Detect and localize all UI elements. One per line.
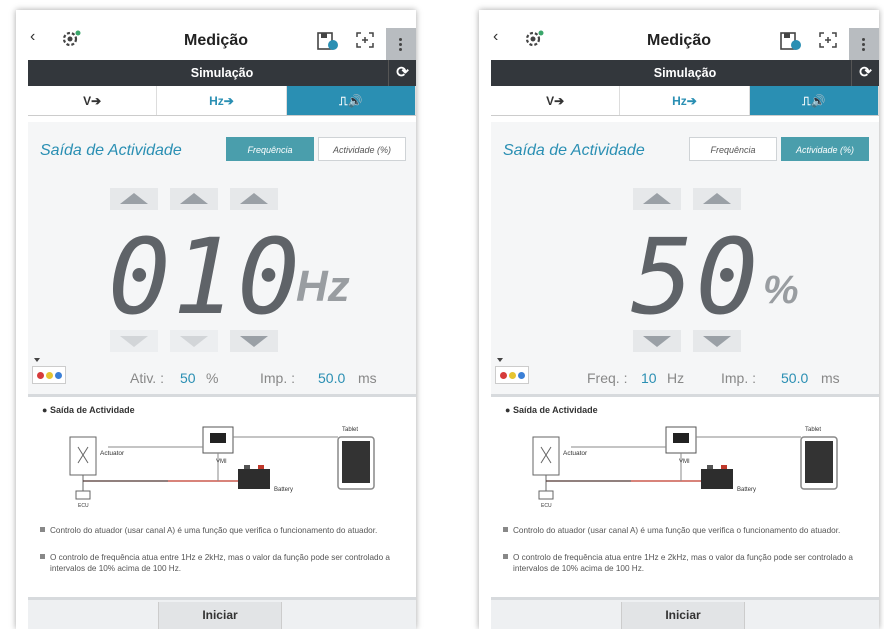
actuator-label: Actuator	[563, 450, 588, 457]
refresh-icon[interactable]: ⟳	[851, 60, 879, 86]
decrement-digit-2[interactable]	[693, 330, 741, 352]
diagram-title: ● Saída de Actividade	[42, 405, 135, 415]
increment-digit-2[interactable]	[170, 188, 218, 210]
info-label-1: Freq. :	[587, 370, 628, 386]
frequency-display: 010	[108, 216, 302, 338]
channel-indicator-icon	[34, 358, 40, 362]
tab-frequency[interactable]: Hz➔	[620, 86, 750, 115]
up-arrow-icon	[703, 193, 731, 204]
up-arrow-icon	[643, 193, 671, 204]
simulation-title: Simulação	[653, 66, 717, 80]
increment-digit-1[interactable]	[110, 188, 158, 210]
wiring-diagram: Actuator ECU VMI Battery Tablet	[69, 426, 375, 509]
capture-icon[interactable]	[819, 32, 837, 48]
diagram-title: ● Saída de Actividade	[505, 405, 598, 415]
note-item: Controlo do atuador (usar canal A) é uma…	[503, 525, 863, 536]
info-value-1: 50	[180, 370, 196, 386]
simulation-bar: Simulação ⟳	[28, 60, 416, 86]
simulation-title: Simulação	[190, 66, 254, 80]
note-item: O controlo de frequência atua entre 1Hz …	[40, 552, 400, 574]
section-title: Saída de Actividade	[40, 142, 182, 159]
down-arrow-icon	[240, 336, 268, 347]
simulation-bar: Simulação ⟳	[491, 60, 879, 86]
tablet-label: Tablet	[805, 427, 821, 433]
up-arrow-icon	[120, 193, 148, 204]
down-arrow-icon	[703, 336, 731, 347]
tab-activity-output[interactable]: ⎍🔊	[286, 86, 416, 115]
display-unit: %	[763, 268, 799, 312]
info-unit-2: ms	[821, 370, 840, 386]
save-icon[interactable]	[316, 30, 340, 52]
tab-voltage[interactable]: V➔	[28, 86, 158, 115]
note-item: Controlo do atuador (usar canal A) é uma…	[40, 525, 400, 536]
activity-toggle[interactable]: Actividade (%)	[318, 137, 406, 161]
down-arrow-icon	[643, 336, 671, 347]
info-label-2: Imp. :	[721, 370, 757, 386]
decrement-digit-2[interactable]	[170, 330, 218, 352]
info-value-2: 50.0	[318, 370, 346, 386]
info-label-2: Imp. :	[260, 370, 296, 386]
up-arrow-icon	[240, 193, 268, 204]
info-value-2: 50.0	[781, 370, 809, 386]
more-options-button[interactable]	[849, 28, 879, 60]
phone-screen-activity: ‹ Medição Simulação ⟳ V➔ Hz➔ ⎍🔊 Saída de…	[479, 10, 879, 629]
info-row: Ativ. : 50 % Imp. : 50.0 ms	[28, 366, 416, 390]
ecu-label: ECU	[78, 503, 89, 509]
info-label-1: Ativ. :	[130, 370, 164, 386]
section-title: Saída de Actividade	[503, 142, 645, 159]
channel-indicator-icon	[497, 358, 503, 362]
tab-activity-output[interactable]: ⎍🔊	[749, 86, 879, 115]
info-unit-1: %	[206, 370, 219, 386]
up-arrow-icon	[180, 193, 208, 204]
battery-label: Battery	[737, 487, 756, 493]
refresh-icon[interactable]: ⟳	[388, 60, 416, 86]
save-icon[interactable]	[779, 30, 803, 52]
ecu-label: ECU	[541, 503, 552, 509]
decrement-digit-3[interactable]	[230, 330, 278, 352]
more-options-button[interactable]	[386, 28, 416, 60]
bottom-bar: Iniciar	[491, 600, 879, 629]
frequency-toggle[interactable]: Frequência	[689, 137, 777, 161]
activity-display: 50	[631, 216, 761, 338]
start-button[interactable]: Iniciar	[158, 602, 282, 629]
increment-digit-2[interactable]	[693, 188, 741, 210]
simulation-content: Saída de Actividade Frequência Actividad…	[491, 122, 879, 394]
increment-digit-1[interactable]	[633, 188, 681, 210]
capture-icon[interactable]	[356, 32, 374, 48]
frequency-toggle[interactable]: Frequência	[226, 137, 314, 161]
down-arrow-icon	[180, 336, 208, 347]
simulation-content: Saída de Actividade Frequência Actividad…	[28, 122, 416, 394]
tab-voltage[interactable]: V➔	[491, 86, 621, 115]
decrement-digit-1[interactable]	[110, 330, 158, 352]
battery-label: Battery	[274, 487, 293, 493]
top-app-bar: ‹ Medição	[16, 10, 416, 60]
display-unit: Hz	[296, 262, 350, 311]
note-item: O controlo de frequência atua entre 1Hz …	[503, 552, 863, 574]
decrement-digit-1[interactable]	[633, 330, 681, 352]
info-value-1: 10	[641, 370, 657, 386]
wiring-diagram-panel: ● Saída de Actividade Actuator ECU VMI B…	[28, 394, 416, 600]
top-app-bar: ‹ Medição	[479, 10, 879, 60]
mode-tabs: V➔ Hz➔ ⎍🔊	[28, 86, 416, 116]
bottom-bar: Iniciar	[28, 600, 416, 629]
down-arrow-icon	[120, 336, 148, 347]
info-unit-1: Hz	[667, 370, 685, 386]
actuator-label: Actuator	[100, 450, 125, 457]
tab-frequency[interactable]: Hz➔	[157, 86, 287, 115]
start-button[interactable]: Iniciar	[621, 602, 745, 629]
tablet-label: Tablet	[342, 427, 358, 433]
increment-digit-3[interactable]	[230, 188, 278, 210]
phone-screen-frequency: ‹ Medição Simulação ⟳ V➔ Hz➔ ⎍🔊 Saída de…	[16, 10, 416, 629]
info-unit-2: ms	[358, 370, 377, 386]
mode-tabs: V➔ Hz➔ ⎍🔊	[491, 86, 879, 116]
wiring-diagram-panel: ● Saída de Actividade Actuator ECU VMI B…	[491, 394, 879, 600]
activity-toggle[interactable]: Actividade (%)	[781, 137, 869, 161]
wiring-diagram: Actuator ECU VMI Battery Tablet	[532, 426, 838, 509]
info-row: Freq. : 10 Hz Imp. : 50.0 ms	[491, 366, 879, 390]
